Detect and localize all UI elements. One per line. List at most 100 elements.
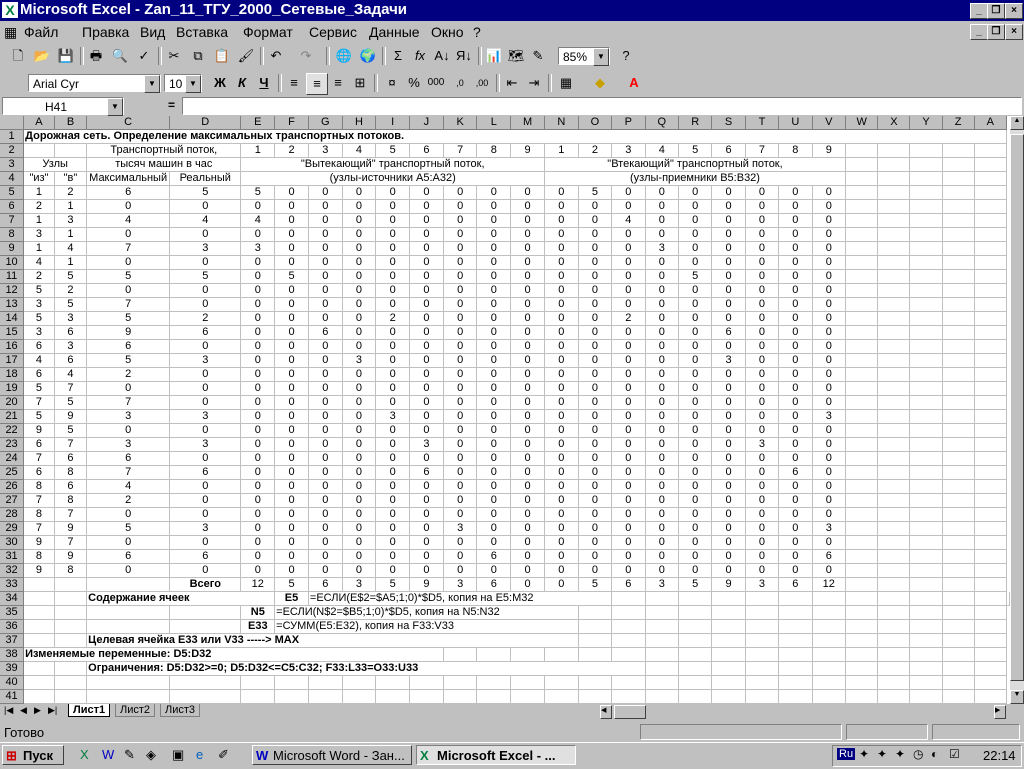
data-cell[interactable]: 0 [711, 549, 746, 564]
data-cell[interactable]: 0 [544, 269, 579, 284]
data-cell[interactable]: 0 [578, 395, 613, 410]
total-value[interactable]: 5 [274, 577, 309, 592]
data-cell[interactable]: 5 [169, 185, 242, 200]
data-cell[interactable]: 0 [678, 241, 713, 256]
cell[interactable] [974, 521, 1008, 536]
data-cell[interactable]: 0 [745, 213, 780, 228]
data-cell[interactable]: 0 [240, 479, 276, 494]
column-header[interactable]: U [778, 116, 813, 130]
align-left-icon[interactable]: ≡ [284, 73, 304, 93]
cell[interactable] [942, 241, 975, 256]
data-cell[interactable]: 0 [409, 339, 444, 354]
data-cell[interactable]: 0 [342, 437, 377, 452]
constraints-note[interactable]: Ограничения: D5:D32>=0; D5:D32<=C5:C32; … [86, 661, 646, 676]
row-header[interactable]: 24 [0, 451, 25, 466]
data-cell[interactable]: 0 [510, 465, 545, 480]
data-cell[interactable]: 0 [409, 325, 444, 340]
data-cell[interactable]: 0 [711, 465, 746, 480]
total-value[interactable]: 5 [375, 577, 411, 592]
cell[interactable] [909, 353, 943, 368]
data-cell[interactable]: 6 [86, 549, 171, 564]
data-cell[interactable]: 0 [308, 563, 343, 578]
data-cell[interactable]: 0 [409, 409, 444, 424]
data-cell[interactable]: 0 [240, 395, 276, 410]
data-cell[interactable]: 0 [169, 297, 242, 312]
cell[interactable] [611, 675, 646, 690]
total-value[interactable]: 6 [611, 577, 646, 592]
quicklaunch-icon[interactable]: ▣ [172, 747, 184, 763]
data-cell[interactable]: 5 [54, 297, 88, 312]
data-cell[interactable]: 7 [23, 493, 55, 508]
select-all-corner[interactable] [0, 116, 25, 130]
data-cell[interactable]: 0 [240, 255, 276, 270]
data-cell[interactable]: 0 [443, 269, 478, 284]
data-cell[interactable]: 0 [443, 227, 478, 242]
row-header[interactable]: 4 [0, 171, 25, 186]
data-cell[interactable]: 0 [678, 451, 713, 466]
data-cell[interactable]: 0 [778, 227, 813, 242]
data-cell[interactable]: 4 [169, 213, 242, 228]
cell[interactable] [974, 269, 1008, 284]
cell[interactable] [845, 577, 879, 592]
data-cell[interactable]: 0 [678, 563, 713, 578]
cell[interactable] [745, 661, 780, 676]
data-cell[interactable]: 0 [342, 395, 377, 410]
cell[interactable] [645, 633, 679, 648]
data-cell[interactable]: 0 [274, 423, 309, 438]
cell[interactable] [611, 647, 646, 662]
data-cell[interactable]: 0 [476, 353, 512, 368]
data-cell[interactable]: 0 [645, 409, 679, 424]
data-cell[interactable]: 0 [375, 367, 411, 382]
cell[interactable] [678, 675, 713, 690]
cell[interactable] [510, 689, 545, 704]
data-cell[interactable]: 0 [678, 549, 713, 564]
column-header[interactable]: C [86, 116, 171, 130]
data-cell[interactable]: 0 [611, 185, 646, 200]
data-cell[interactable]: 0 [274, 535, 309, 550]
data-cell[interactable]: 0 [510, 535, 545, 550]
data-cell[interactable]: 6 [711, 325, 746, 340]
cell[interactable] [778, 647, 813, 662]
decrease-indent-icon[interactable]: ⇤ [502, 73, 522, 93]
data-cell[interactable]: 0 [274, 437, 309, 452]
row-header[interactable]: 31 [0, 549, 25, 564]
column-header[interactable]: E [240, 116, 276, 130]
data-cell[interactable]: 7 [54, 535, 88, 550]
data-cell[interactable]: 3 [23, 325, 55, 340]
cell[interactable] [678, 619, 713, 634]
cell[interactable] [974, 619, 1008, 634]
data-cell[interactable]: 0 [611, 199, 646, 214]
cell[interactable] [409, 689, 444, 704]
cell[interactable] [909, 563, 943, 578]
font-color-icon[interactable]: A [624, 73, 644, 93]
data-cell[interactable]: 0 [375, 423, 411, 438]
close-button[interactable]: × [1005, 3, 1023, 19]
cell[interactable] [877, 381, 911, 396]
data-cell[interactable]: 0 [544, 451, 579, 466]
total-value[interactable]: 0 [544, 577, 579, 592]
cell[interactable] [974, 199, 1008, 214]
task-word[interactable]: W Microsoft Word - Зан... [252, 745, 412, 765]
cell[interactable] [942, 535, 975, 550]
data-cell[interactable]: 5 [86, 311, 171, 326]
data-cell[interactable]: 3 [169, 409, 242, 424]
cell[interactable] [877, 143, 911, 158]
data-cell[interactable]: 0 [678, 437, 713, 452]
cell[interactable] [274, 675, 309, 690]
data-cell[interactable]: 7 [86, 241, 171, 256]
cell[interactable] [909, 479, 943, 494]
data-cell[interactable]: 0 [169, 367, 242, 382]
data-cell[interactable]: 3 [23, 297, 55, 312]
cell[interactable] [845, 675, 879, 690]
data-cell[interactable]: 0 [745, 255, 780, 270]
quicklaunch-icon[interactable]: ✎ [124, 747, 135, 763]
tray-icon[interactable]: ◷ [913, 747, 923, 761]
data-cell[interactable]: 3 [86, 437, 171, 452]
cell[interactable] [54, 577, 88, 592]
data-cell[interactable]: 0 [476, 269, 512, 284]
data-cell[interactable]: 0 [645, 493, 679, 508]
cell[interactable] [909, 227, 943, 242]
cell[interactable] [974, 451, 1008, 466]
cell[interactable] [877, 619, 911, 634]
data-cell[interactable]: 0 [678, 227, 713, 242]
